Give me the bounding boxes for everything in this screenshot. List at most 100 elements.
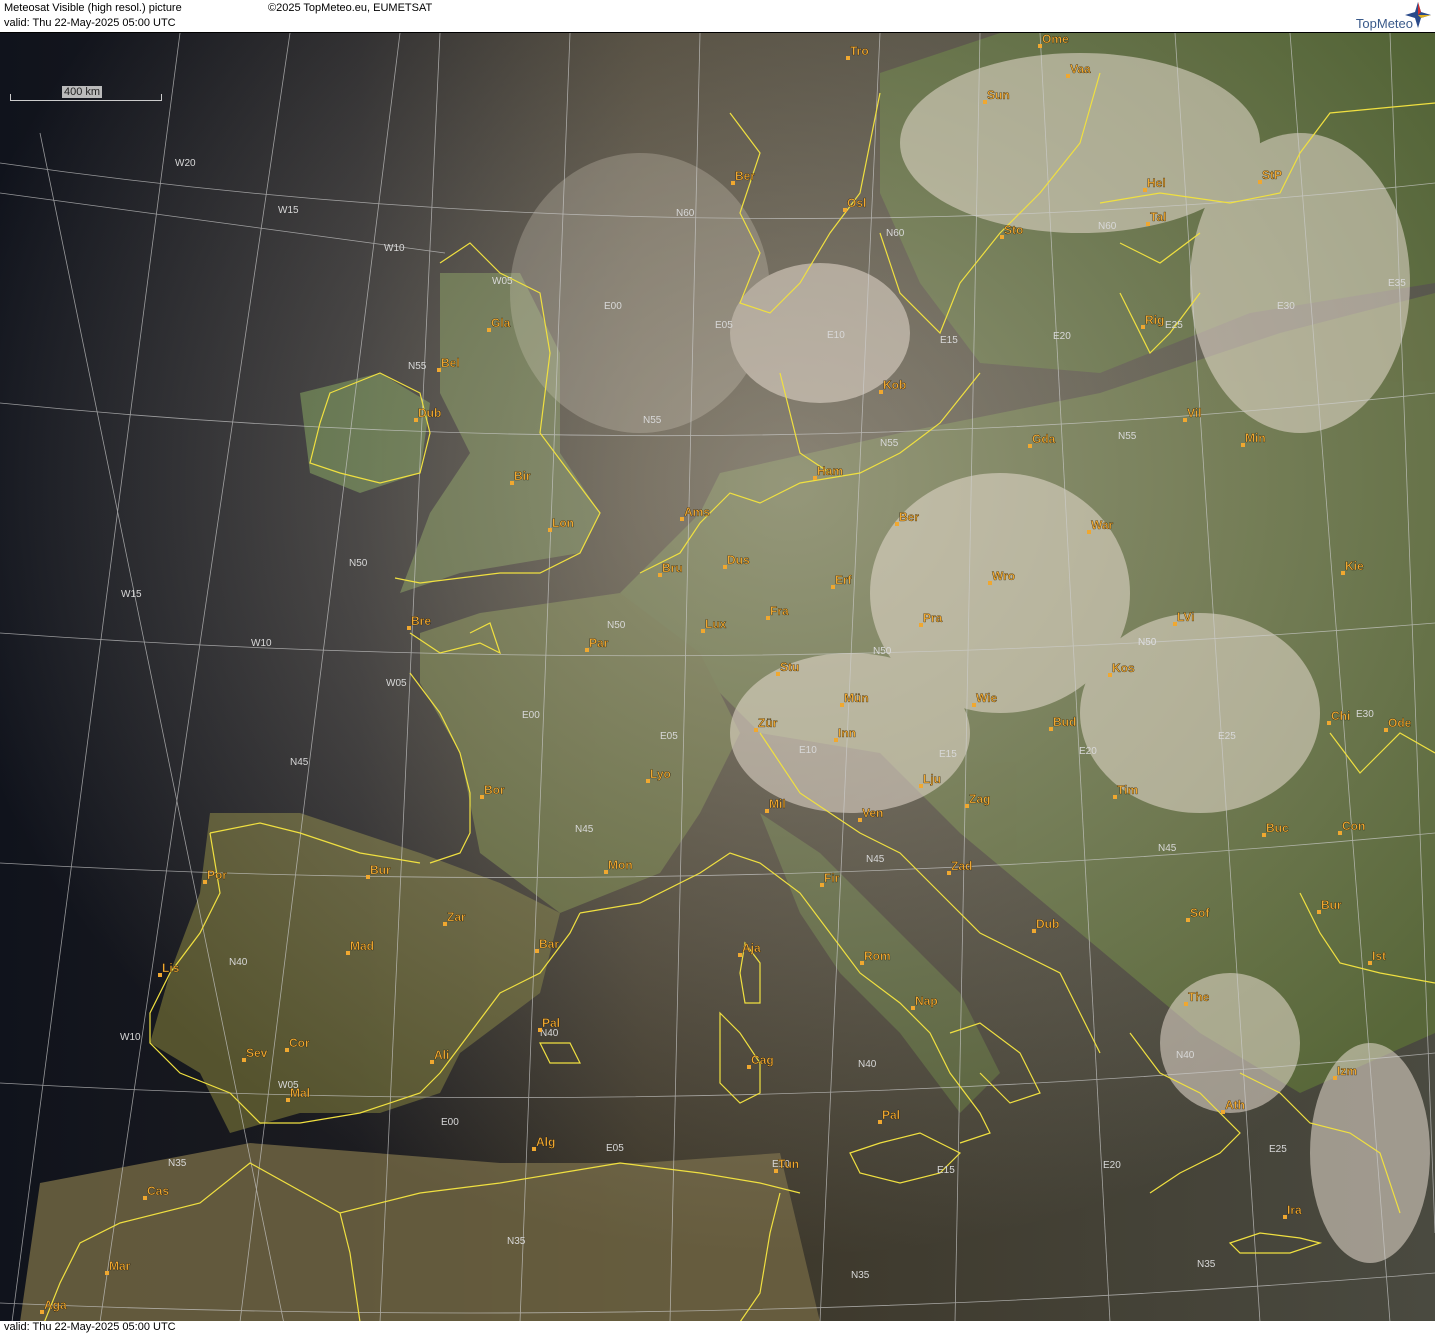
city-marker[interactable]: Ham xyxy=(813,464,843,480)
city-marker[interactable]: Cag xyxy=(747,1053,774,1069)
city-label: Kob xyxy=(883,378,906,392)
city-marker[interactable]: Mün xyxy=(840,691,869,707)
city-marker[interactable]: Lyo xyxy=(646,767,671,783)
city-marker[interactable]: Alg xyxy=(532,1135,555,1151)
city-marker[interactable]: Sof xyxy=(1186,906,1210,922)
city-marker[interactable]: Nap xyxy=(911,994,938,1010)
city-marker[interactable]: Bir xyxy=(510,469,531,485)
city-marker[interactable]: Aga xyxy=(40,1298,67,1314)
city-marker[interactable]: Erf xyxy=(831,573,853,589)
city-marker[interactable]: Bru xyxy=(658,561,683,577)
city-label: Cor xyxy=(289,1036,310,1050)
city-marker[interactable]: Dus xyxy=(723,553,750,569)
city-label: Fir xyxy=(824,871,840,885)
city-marker[interactable]: Osl xyxy=(843,196,866,212)
city-marker[interactable]: Rig xyxy=(1141,313,1164,329)
city-marker[interactable]: Lis xyxy=(158,961,180,977)
city-label: Kie xyxy=(1345,559,1364,573)
city-label: Con xyxy=(1342,819,1365,833)
city-marker[interactable]: Bur xyxy=(366,863,391,879)
city-marker[interactable]: Cas xyxy=(143,1184,169,1200)
city-marker[interactable]: Izm xyxy=(1333,1064,1357,1080)
city-marker[interactable]: Bar xyxy=(535,937,559,953)
city-marker[interactable]: Bor xyxy=(480,783,505,799)
city-label: Mon xyxy=(608,858,633,872)
city-label: Lis xyxy=(162,961,180,975)
city-marker[interactable]: Sun xyxy=(983,88,1010,104)
city-marker[interactable]: Mil xyxy=(765,797,786,813)
city-marker[interactable]: Bel xyxy=(437,356,460,372)
city-marker[interactable]: Rom xyxy=(860,949,891,965)
city-marker[interactable]: Sev xyxy=(242,1046,268,1062)
city-marker[interactable]: Tun xyxy=(774,1157,799,1173)
city-marker[interactable]: Chi xyxy=(1327,709,1350,725)
city-marker[interactable]: Lju xyxy=(919,772,941,788)
city-marker[interactable]: Bre xyxy=(407,614,431,630)
city-marker[interactable]: Ber xyxy=(895,510,919,526)
city-marker[interactable]: Ams xyxy=(680,505,710,521)
city-label: Mün xyxy=(844,691,869,705)
city-label: Ira xyxy=(1287,1203,1302,1217)
city-marker[interactable]: Fra xyxy=(766,604,789,620)
city-marker[interactable]: Wie xyxy=(972,691,998,707)
city-marker[interactable]: Kie xyxy=(1341,559,1364,575)
city-marker[interactable]: Bur xyxy=(1317,898,1342,914)
city-marker[interactable]: Lux xyxy=(701,617,727,633)
city-label: Tim xyxy=(1117,783,1138,797)
city-marker[interactable]: Zar xyxy=(443,910,466,926)
city-marker[interactable]: Pal xyxy=(878,1108,900,1124)
city-label: Wie xyxy=(976,691,998,705)
grid-label: N55 xyxy=(1118,431,1137,442)
city-marker[interactable]: Kos xyxy=(1108,661,1135,677)
city-marker[interactable]: Cor xyxy=(285,1036,310,1052)
city-marker[interactable]: Mad xyxy=(346,939,374,955)
city-marker[interactable]: Pal xyxy=(538,1016,560,1032)
grid-label: N40 xyxy=(1176,1050,1195,1061)
city-marker[interactable]: Min xyxy=(1241,431,1266,447)
city-marker[interactable]: Wro xyxy=(988,569,1015,585)
city-marker[interactable]: Pra xyxy=(919,611,943,627)
city-marker[interactable]: Lon xyxy=(548,516,574,532)
city-marker[interactable]: Ber xyxy=(731,169,755,185)
city-label: Min xyxy=(1245,431,1266,445)
city-marker[interactable]: Con xyxy=(1338,819,1365,835)
city-marker[interactable]: Tro xyxy=(846,44,869,60)
city-marker[interactable]: Zag xyxy=(965,792,990,808)
city-marker[interactable]: Dub xyxy=(1032,917,1059,933)
city-label: StP xyxy=(1262,168,1282,182)
city-marker[interactable]: Mar xyxy=(105,1259,131,1275)
city-marker[interactable]: Mal xyxy=(286,1086,310,1102)
city-marker[interactable]: StP xyxy=(1258,168,1282,184)
city-marker[interactable]: Gda xyxy=(1028,432,1056,448)
city-marker[interactable]: Mon xyxy=(604,858,633,874)
city-marker[interactable]: Sto xyxy=(1000,223,1023,239)
city-marker[interactable]: Aja xyxy=(738,941,761,957)
satellite-map[interactable]: W20 W15 W10 W05 E00 E05 E10 E15 E20 E25 E30 E35 N60 N… xyxy=(0,32,1435,1322)
city-marker[interactable]: Kob xyxy=(879,378,906,394)
city-label: Mad xyxy=(350,939,374,953)
city-marker[interactable]: Ven xyxy=(858,806,884,822)
city-marker[interactable]: Zür xyxy=(754,716,778,732)
city-marker[interactable]: Stu xyxy=(776,660,799,676)
city-marker[interactable]: Dub xyxy=(414,406,441,422)
city-marker[interactable]: Gla xyxy=(487,316,511,332)
city-marker[interactable]: Bud xyxy=(1049,715,1076,731)
city-marker[interactable]: Tim xyxy=(1113,783,1138,799)
city-marker[interactable]: Buc xyxy=(1262,821,1289,837)
city-marker[interactable]: The xyxy=(1184,990,1210,1006)
city-label: LVi xyxy=(1177,610,1195,624)
city-marker[interactable]: Ode xyxy=(1384,716,1412,732)
city-marker[interactable]: Ome xyxy=(1038,33,1069,48)
city-marker[interactable]: Par xyxy=(585,636,609,652)
city-marker[interactable]: Por xyxy=(203,868,227,884)
city-marker[interactable]: Hel xyxy=(1143,176,1166,192)
city-marker[interactable]: War xyxy=(1087,518,1114,534)
city-marker[interactable]: Zad xyxy=(947,859,972,875)
city-marker[interactable]: Tal xyxy=(1146,210,1167,226)
city-marker[interactable]: LVi xyxy=(1173,610,1195,626)
grid-label: E25 xyxy=(1269,1144,1287,1155)
city-marker[interactable]: Inn xyxy=(834,726,856,742)
grid-label: E00 xyxy=(604,301,622,312)
city-marker[interactable]: Ath xyxy=(1221,1098,1245,1114)
city-marker[interactable]: Vaa xyxy=(1066,62,1091,78)
